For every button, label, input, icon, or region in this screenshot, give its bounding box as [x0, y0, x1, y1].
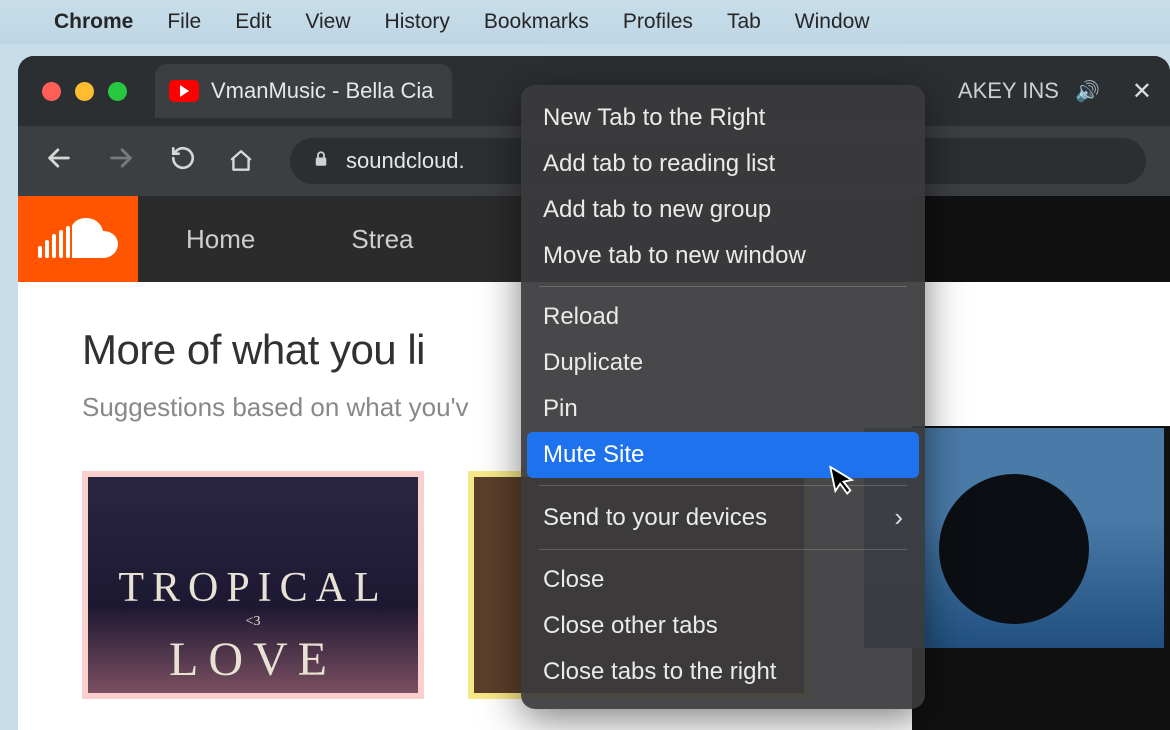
soundcloud-nav: Home Strea: [138, 196, 462, 282]
address-text: soundcloud.: [346, 148, 465, 174]
soundcloud-logo-icon[interactable]: [18, 196, 138, 282]
ctx-close-right[interactable]: Close tabs to the right: [521, 649, 925, 695]
ctx-new-tab-right[interactable]: New Tab to the Right: [521, 95, 925, 141]
youtube-favicon-icon: [169, 80, 199, 102]
ctx-move-new-window[interactable]: Move tab to new window: [521, 233, 925, 279]
audio-playing-icon[interactable]: 🔊: [1075, 79, 1100, 104]
album-text-line1: TROPICAL: [118, 564, 387, 612]
menubar-app-name[interactable]: Chrome: [54, 10, 133, 34]
ctx-close[interactable]: Close: [521, 557, 925, 603]
window-controls: [42, 82, 127, 101]
maximize-window-button[interactable]: [108, 82, 127, 101]
separator: [539, 286, 907, 287]
ctx-pin[interactable]: Pin: [521, 386, 925, 432]
album-text-line2: LOVE: [169, 632, 337, 687]
close-window-button[interactable]: [42, 82, 61, 101]
ctx-mute-site[interactable]: Mute Site: [527, 432, 919, 478]
ctx-send-devices[interactable]: Send to your devices ›: [521, 493, 925, 542]
nav-stream[interactable]: Strea: [303, 196, 461, 282]
back-button[interactable]: [42, 144, 76, 179]
macos-menubar: Chrome File Edit View History Bookmarks …: [0, 0, 1170, 44]
separator: [539, 549, 907, 550]
tab-title: AKEY INS: [958, 78, 1059, 104]
lock-icon[interactable]: [312, 149, 330, 174]
tab-title: VmanMusic - Bella Cia: [211, 78, 434, 104]
close-tab-icon[interactable]: ✕: [1132, 77, 1152, 106]
menubar-item-view[interactable]: View: [305, 10, 350, 34]
tab-context-menu: New Tab to the Right Add tab to reading …: [521, 85, 925, 709]
menubar-item-history[interactable]: History: [385, 10, 450, 34]
home-button[interactable]: [228, 148, 262, 174]
menubar-item-window[interactable]: Window: [795, 10, 870, 34]
menubar-item-tab[interactable]: Tab: [727, 10, 761, 34]
track-card[interactable]: TROPICAL <3 LOVE: [82, 471, 424, 699]
menubar-item-profiles[interactable]: Profiles: [623, 10, 693, 34]
album-art-icon: [939, 474, 1089, 624]
minimize-window-button[interactable]: [75, 82, 94, 101]
menubar-item-edit[interactable]: Edit: [235, 10, 271, 34]
ctx-add-new-group[interactable]: Add tab to new group: [521, 187, 925, 233]
chevron-right-icon: ›: [894, 502, 903, 533]
menubar-item-file[interactable]: File: [167, 10, 201, 34]
separator: [539, 485, 907, 486]
menubar-item-bookmarks[interactable]: Bookmarks: [484, 10, 589, 34]
ctx-reload[interactable]: Reload: [521, 294, 925, 340]
album-text-heart: <3: [246, 614, 261, 630]
ctx-add-reading-list[interactable]: Add tab to reading list: [521, 141, 925, 187]
ctx-label: Send to your devices: [543, 504, 767, 532]
forward-button: [104, 144, 138, 179]
ctx-close-other[interactable]: Close other tabs: [521, 603, 925, 649]
browser-tab-active[interactable]: VmanMusic - Bella Cia: [155, 64, 452, 118]
ctx-duplicate[interactable]: Duplicate: [521, 340, 925, 386]
reload-button[interactable]: [166, 145, 200, 178]
browser-tab[interactable]: AKEY INS 🔊 ✕: [944, 64, 1170, 118]
album-art: TROPICAL <3 LOVE: [88, 477, 418, 693]
right-panel: [912, 196, 1170, 730]
nav-home[interactable]: Home: [138, 196, 303, 282]
